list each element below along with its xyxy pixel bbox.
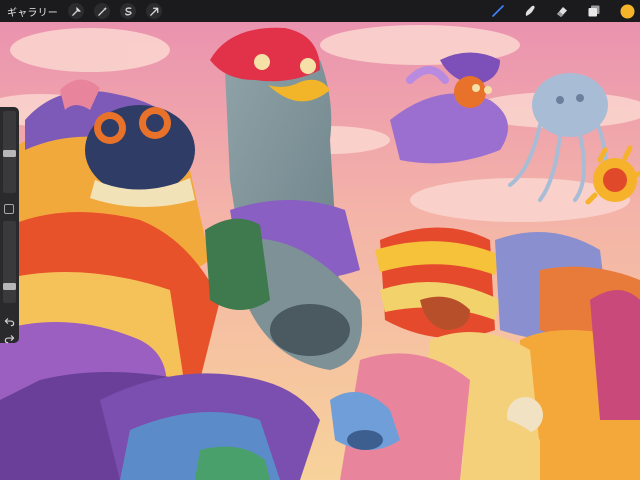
magic-wand-icon[interactable] [94, 3, 110, 19]
opacity-slider[interactable] [3, 221, 16, 303]
undo-icon[interactable] [4, 312, 15, 327]
wrench-icon[interactable] [68, 3, 84, 19]
left-sidebar [0, 107, 19, 344]
gallery-button[interactable]: ギャラリー [7, 4, 58, 19]
brush-size-thumb[interactable] [3, 150, 16, 157]
artwork [0, 0, 640, 480]
top-toolbar: ギャラリー [0, 0, 640, 22]
brush-size-slider[interactable] [3, 111, 16, 193]
color-swatch[interactable] [618, 2, 636, 20]
brush-icon[interactable] [490, 3, 506, 19]
redo-icon[interactable] [4, 329, 15, 344]
layers-icon[interactable] [586, 3, 602, 19]
transform-arrow-icon[interactable] [146, 3, 162, 19]
modify-button[interactable] [4, 204, 14, 214]
smudge-icon[interactable] [522, 3, 538, 19]
opacity-thumb[interactable] [3, 282, 16, 290]
drawing-canvas[interactable] [0, 0, 640, 480]
eraser-icon[interactable] [554, 3, 570, 19]
selection-icon[interactable] [120, 3, 136, 19]
